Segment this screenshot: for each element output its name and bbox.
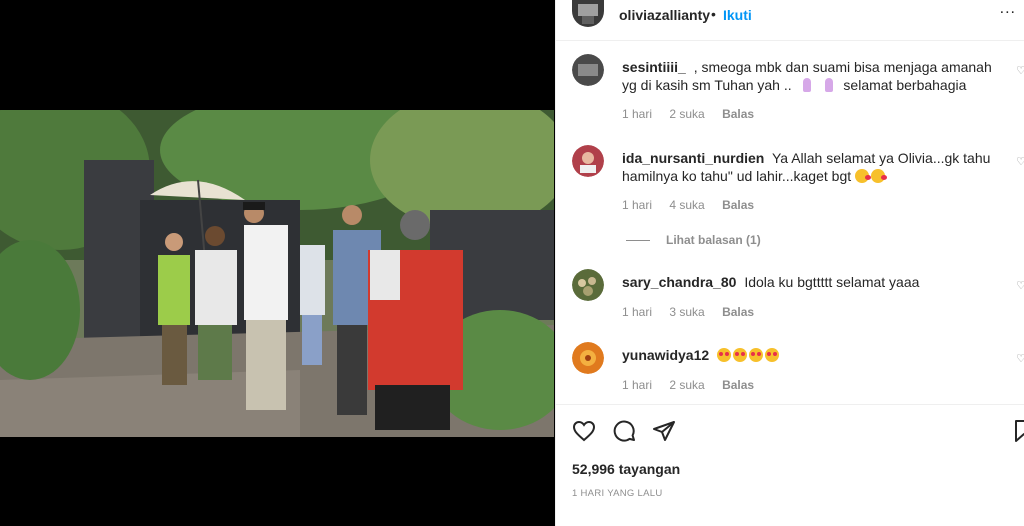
like-comment-icon[interactable]: ♡: [1016, 155, 1024, 168]
like-comment-icon[interactable]: ♡: [1016, 279, 1024, 292]
separator-dot: •: [711, 6, 716, 22]
comment-text: selamat berbahagia: [843, 77, 967, 93]
comment-time[interactable]: 1 hari: [622, 378, 652, 392]
commenter-avatar[interactable]: [572, 269, 604, 301]
author-avatar[interactable]: [572, 0, 604, 27]
reply-button[interactable]: Balas: [722, 198, 754, 212]
pray-emoji-icon: [799, 78, 815, 92]
view-replies-button[interactable]: Lihat balasan (1): [626, 233, 761, 247]
commenter-username[interactable]: sary_chandra_80: [622, 274, 736, 290]
comment-likes[interactable]: 2 suka: [669, 378, 704, 392]
comment-meta: 1 hari 3 suka Balas: [622, 305, 768, 319]
more-options-icon[interactable]: ...: [1000, 0, 1016, 18]
post-actions: 52,996 tayangan 1 HARI YANG LALU: [556, 404, 1024, 526]
comment-likes[interactable]: 2 suka: [669, 107, 704, 121]
comment-text: Idola ku bgttttt selamat yaaa: [744, 274, 920, 290]
author-username[interactable]: oliviazallianty: [619, 7, 710, 23]
view-replies-label: Lihat balasan (1): [666, 233, 761, 247]
comment-icon[interactable]: [612, 419, 638, 445]
comment-time[interactable]: 1 hari: [622, 107, 652, 121]
video-player[interactable]: [0, 110, 554, 437]
media-area: [0, 0, 555, 526]
comment-body: yunawidya12: [622, 346, 1007, 364]
follow-button[interactable]: Ikuti: [723, 7, 752, 23]
heart-icon[interactable]: [572, 419, 598, 445]
commenter-avatar[interactable]: [572, 145, 604, 177]
like-comment-icon[interactable]: ♡: [1016, 64, 1024, 77]
replies-line: [626, 240, 650, 242]
commenter-avatar[interactable]: [572, 54, 604, 86]
post-panel: oliviazallianty • Ikuti ... sesintiiii_ …: [555, 0, 1024, 526]
comment-body: sary_chandra_80 Idola ku bgttttt selamat…: [622, 273, 1007, 291]
comment-time[interactable]: 1 hari: [622, 305, 652, 319]
like-comment-icon[interactable]: ♡: [1016, 352, 1024, 365]
comment-meta: 1 hari 2 suka Balas: [622, 378, 768, 392]
heart-eyes-emoji-icon: [717, 348, 732, 362]
post-header: oliviazallianty • Ikuti ...: [556, 0, 1024, 31]
view-count: 52,996 tayangan: [572, 461, 681, 477]
comment-likes[interactable]: 4 suka: [669, 198, 704, 212]
comment-likes[interactable]: 3 suka: [669, 305, 704, 319]
comment-meta: 1 hari 2 suka Balas: [622, 107, 768, 121]
reply-button[interactable]: Balas: [722, 305, 754, 319]
comment-body: ida_nursanti_nurdien Ya Allah selamat ya…: [622, 149, 1007, 185]
commenter-username[interactable]: sesintiiii_: [622, 59, 686, 75]
comment-body: sesintiiii_ , smeoga mbk dan suami bisa …: [622, 58, 1007, 94]
bookmark-icon[interactable]: [1012, 419, 1024, 445]
kiss-emoji-icon: [871, 169, 888, 183]
commenter-avatar[interactable]: [572, 342, 604, 374]
comment-list: sesintiiii_ , smeoga mbk dan suami bisa …: [556, 44, 1024, 404]
header-divider: [556, 40, 1024, 41]
commenter-username[interactable]: ida_nursanti_nurdien: [622, 150, 764, 166]
heart-eyes-emoji-icon: [765, 348, 780, 362]
video-frame: [0, 110, 554, 437]
post-timestamp[interactable]: 1 HARI YANG LALU: [572, 488, 663, 499]
reply-button[interactable]: Balas: [722, 378, 754, 392]
heart-eyes-emoji-icon: [733, 348, 748, 362]
commenter-username[interactable]: yunawidya12: [622, 347, 709, 363]
heart-eyes-emoji-icon: [749, 348, 764, 362]
share-icon[interactable]: [652, 419, 678, 445]
pray-emoji-icon: [821, 78, 837, 92]
comment-time[interactable]: 1 hari: [622, 198, 652, 212]
comment-meta: 1 hari 4 suka Balas: [622, 198, 768, 212]
kiss-emoji-icon: [855, 169, 872, 183]
reply-button[interactable]: Balas: [722, 107, 754, 121]
